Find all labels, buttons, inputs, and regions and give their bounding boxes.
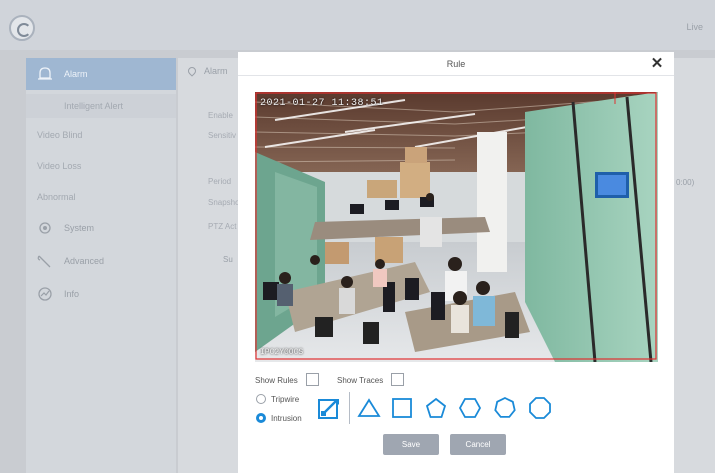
sidebar-item-label: Alarm [64, 69, 88, 79]
sidebar-item-info[interactable]: Info [26, 278, 176, 310]
show-rules-checkbox[interactable] [306, 373, 319, 386]
tripwire-radio[interactable] [256, 394, 266, 404]
form-label-ptz-action: PTZ Act [208, 222, 237, 231]
gear-icon [36, 220, 54, 236]
sidebar-item-system[interactable]: System [26, 212, 176, 244]
octagon-icon[interactable] [528, 396, 552, 420]
form-label-period: Period [208, 177, 232, 186]
form-label-enable: Enable [208, 111, 233, 120]
dialog-title: Rule [446, 59, 466, 69]
sidebar-item-label: System [64, 223, 95, 233]
triangle-icon[interactable] [357, 396, 381, 420]
show-traces-label: Show Traces [337, 376, 384, 385]
sidebar-subitem-abnormal[interactable]: Abnormal [37, 192, 76, 202]
square-icon[interactable] [390, 396, 414, 420]
form-label-sensitivity: Sensitiv [208, 131, 237, 140]
close-icon[interactable]: ✕ [649, 56, 665, 72]
sidebar-subitem-video-blind[interactable]: Video Blind [37, 130, 82, 140]
breadcrumb: Alarm [186, 65, 228, 77]
breadcrumb-label: Alarm [204, 66, 228, 76]
show-traces-checkbox[interactable] [391, 373, 404, 386]
rule-dialog: Rule ✕ 2021-01-27 11:38:51 IPC2Y0OCS Sho… [238, 52, 674, 473]
logo-icon [9, 15, 35, 41]
top-bar: Live [0, 0, 715, 50]
pentagon-icon[interactable] [424, 396, 448, 420]
camera-feed-image [255, 92, 658, 362]
wrench-icon [36, 253, 54, 269]
sidebar-subitem-intelligent-alert[interactable]: Intelligent Alert [26, 94, 176, 118]
edit-shape-icon[interactable] [317, 396, 341, 420]
intrusion-label: Intrusion [271, 414, 302, 423]
sidebar-item-advanced[interactable]: Advanced [26, 245, 176, 277]
sidebar-item-label: Advanced [64, 256, 105, 266]
sidebar-item-alarm[interactable]: Alarm [26, 58, 176, 90]
intrusion-radio[interactable] [256, 413, 266, 423]
sidebar-subitem-video-loss[interactable]: Video Loss [37, 161, 81, 171]
video-preview[interactable]: 2021-01-27 11:38:51 IPC2Y0OCS [255, 92, 658, 362]
period-time-fragment: 0:00) [676, 178, 695, 187]
live-link[interactable]: Live [686, 22, 703, 32]
sidebar-item-label: Info [64, 289, 80, 299]
location-pin-icon [186, 65, 198, 77]
chart-icon [36, 286, 54, 302]
cancel-button[interactable]: Cancel [450, 434, 506, 455]
bell-icon [36, 66, 54, 82]
show-rules-label: Show Rules [255, 376, 298, 385]
hexagon-icon[interactable] [458, 396, 482, 420]
toolbar-divider [349, 392, 350, 424]
tripwire-label: Tripwire [271, 395, 300, 404]
camera-name-overlay: IPC2Y0OCS [260, 348, 304, 357]
form-label-snapshot: Snapsho [208, 198, 240, 207]
dialog-header: Rule ✕ [238, 52, 674, 76]
video-timestamp: 2021-01-27 11:38:51 [260, 98, 384, 109]
form-fragment: Su [223, 255, 233, 264]
save-button[interactable]: Save [383, 434, 439, 455]
heptagon-icon[interactable] [493, 396, 517, 420]
